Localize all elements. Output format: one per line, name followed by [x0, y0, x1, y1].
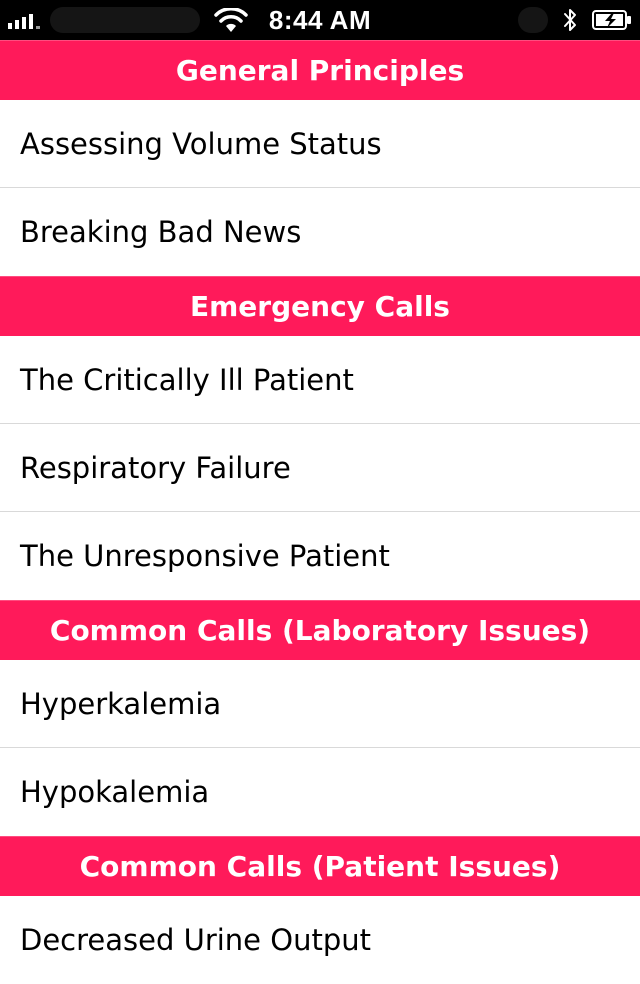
bluetooth-icon — [564, 9, 576, 31]
list-item-respiratory-failure[interactable]: Respiratory Failure — [0, 424, 640, 512]
signal-bars-icon — [8, 11, 40, 29]
status-time: 8:44 AM — [268, 4, 372, 35]
status-bar: 8:44 AM — [0, 0, 640, 40]
status-left — [8, 0, 200, 40]
battery-charging-icon — [592, 10, 631, 30]
carrier-name-redacted — [50, 7, 200, 33]
wifi-icon — [214, 8, 248, 32]
status-blot — [518, 7, 548, 33]
list-item-critically-ill-patient[interactable]: The Critically Ill Patient — [0, 336, 640, 424]
section-header-patient-issues: Common Calls (Patient Issues) — [0, 836, 640, 896]
list-item-decreased-urine-output[interactable]: Decreased Urine Output — [0, 896, 640, 984]
list-item-breaking-bad-news[interactable]: Breaking Bad News — [0, 188, 640, 276]
topic-list: General Principles Assessing Volume Stat… — [0, 40, 640, 984]
status-right — [518, 0, 632, 40]
list-item-assessing-volume-status[interactable]: Assessing Volume Status — [0, 100, 640, 188]
section-header-laboratory-issues: Common Calls (Laboratory Issues) — [0, 600, 640, 660]
section-header-general-principles: General Principles — [0, 40, 640, 100]
list-item-hypokalemia[interactable]: Hypokalemia — [0, 748, 640, 836]
section-header-emergency-calls: Emergency Calls — [0, 276, 640, 336]
list-item-hyperkalemia[interactable]: Hyperkalemia — [0, 660, 640, 748]
list-item-unresponsive-patient[interactable]: The Unresponsive Patient — [0, 512, 640, 600]
